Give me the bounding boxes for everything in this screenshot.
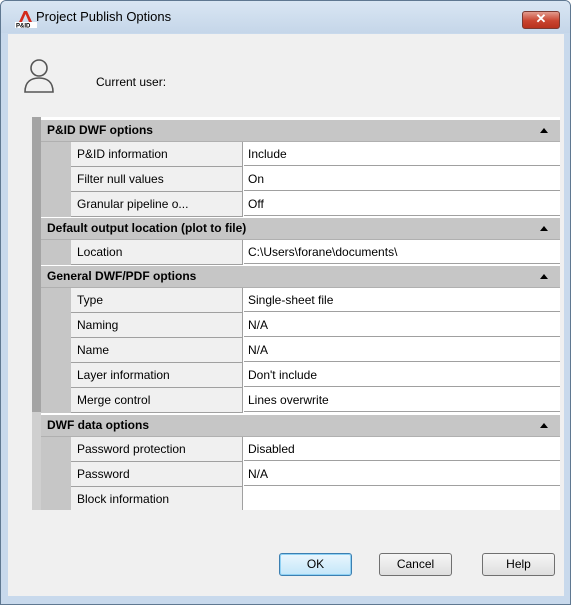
caret-up-icon[interactable] [540, 128, 548, 133]
autocad-pid-icon: P&ID [15, 11, 37, 29]
property-value[interactable]: N/A [244, 462, 560, 486]
property-value[interactable]: On [244, 167, 560, 191]
property-value[interactable]: N/A [244, 313, 560, 337]
property-row[interactable]: Filter null values On [41, 167, 560, 192]
property-name: Granular pipeline o... [71, 192, 243, 217]
help-button[interactable]: Help [482, 553, 555, 576]
section-header-pid-dwf-options[interactable]: P&ID DWF options [41, 120, 560, 142]
property-row[interactable]: Layer information Don't include [41, 363, 560, 388]
property-value[interactable]: Lines overwrite [244, 388, 560, 412]
property-value[interactable]: Single-sheet file [244, 288, 560, 312]
dialog-body: Current user: P&ID DWF options P&ID info… [8, 34, 564, 596]
property-name: P&ID information [71, 142, 243, 167]
property-row[interactable]: Merge control Lines overwrite [41, 388, 560, 413]
property-value[interactable]: N/A [244, 338, 560, 362]
section-title: DWF data options [47, 418, 149, 432]
property-value[interactable]: Off [244, 192, 560, 216]
property-name: Merge control [71, 388, 243, 413]
property-value[interactable]: Disabled [244, 437, 560, 461]
section-header-dwf-data-options[interactable]: DWF data options [41, 415, 560, 437]
property-row[interactable]: Block information [41, 487, 560, 510]
caret-up-icon[interactable] [540, 226, 548, 231]
property-value[interactable] [244, 487, 560, 510]
property-row[interactable]: Naming N/A [41, 313, 560, 338]
property-name: Type [71, 288, 243, 313]
svg-text:P&ID: P&ID [16, 24, 31, 29]
grid-scrollbar[interactable] [32, 117, 41, 510]
current-user-label: Current user: [96, 75, 167, 89]
property-name: Password protection [71, 437, 243, 462]
section-title: P&ID DWF options [47, 123, 153, 137]
property-name: Filter null values [71, 167, 243, 192]
property-name: Block information [71, 487, 243, 510]
property-name: Naming [71, 313, 243, 338]
window-title: Project Publish Options [36, 9, 172, 24]
property-row[interactable]: Name N/A [41, 338, 560, 363]
property-row[interactable]: P&ID information Include [41, 142, 560, 167]
property-value[interactable]: C:\Users\forane\documents\ [244, 240, 560, 264]
property-value[interactable]: Don't include [244, 363, 560, 387]
section-title: Default output location (plot to file) [47, 221, 247, 235]
scrollbar-thumb[interactable] [32, 412, 41, 510]
caret-up-icon[interactable] [540, 274, 548, 279]
section-title: General DWF/PDF options [47, 269, 197, 283]
property-value[interactable]: Include [244, 142, 560, 166]
property-row[interactable]: Granular pipeline o... Off [41, 192, 560, 217]
caret-up-icon[interactable] [540, 423, 548, 428]
section-header-general-dwf-pdf-options[interactable]: General DWF/PDF options [41, 266, 560, 288]
project-publish-options-dialog: P&ID Project Publish Options ✕ Current u… [0, 0, 571, 605]
section-header-default-output-location[interactable]: Default output location (plot to file) [41, 218, 560, 240]
options-property-grid[interactable]: P&ID DWF options P&ID information Includ… [32, 117, 560, 510]
property-name: Layer information [71, 363, 243, 388]
cancel-button[interactable]: Cancel [379, 553, 452, 576]
close-button[interactable]: ✕ [522, 11, 560, 29]
property-row[interactable]: Password protection Disabled [41, 437, 560, 462]
property-name: Name [71, 338, 243, 363]
property-row[interactable]: Type Single-sheet file [41, 288, 560, 313]
user-icon [24, 59, 54, 93]
title-bar[interactable]: P&ID Project Publish Options ✕ [1, 1, 570, 33]
close-icon: ✕ [535, 11, 547, 26]
property-name: Password [71, 462, 243, 487]
property-row[interactable]: Password N/A [41, 462, 560, 487]
property-name: Location [71, 240, 243, 265]
ok-button[interactable]: OK [279, 553, 352, 576]
property-row[interactable]: Location C:\Users\forane\documents\ [41, 240, 560, 265]
